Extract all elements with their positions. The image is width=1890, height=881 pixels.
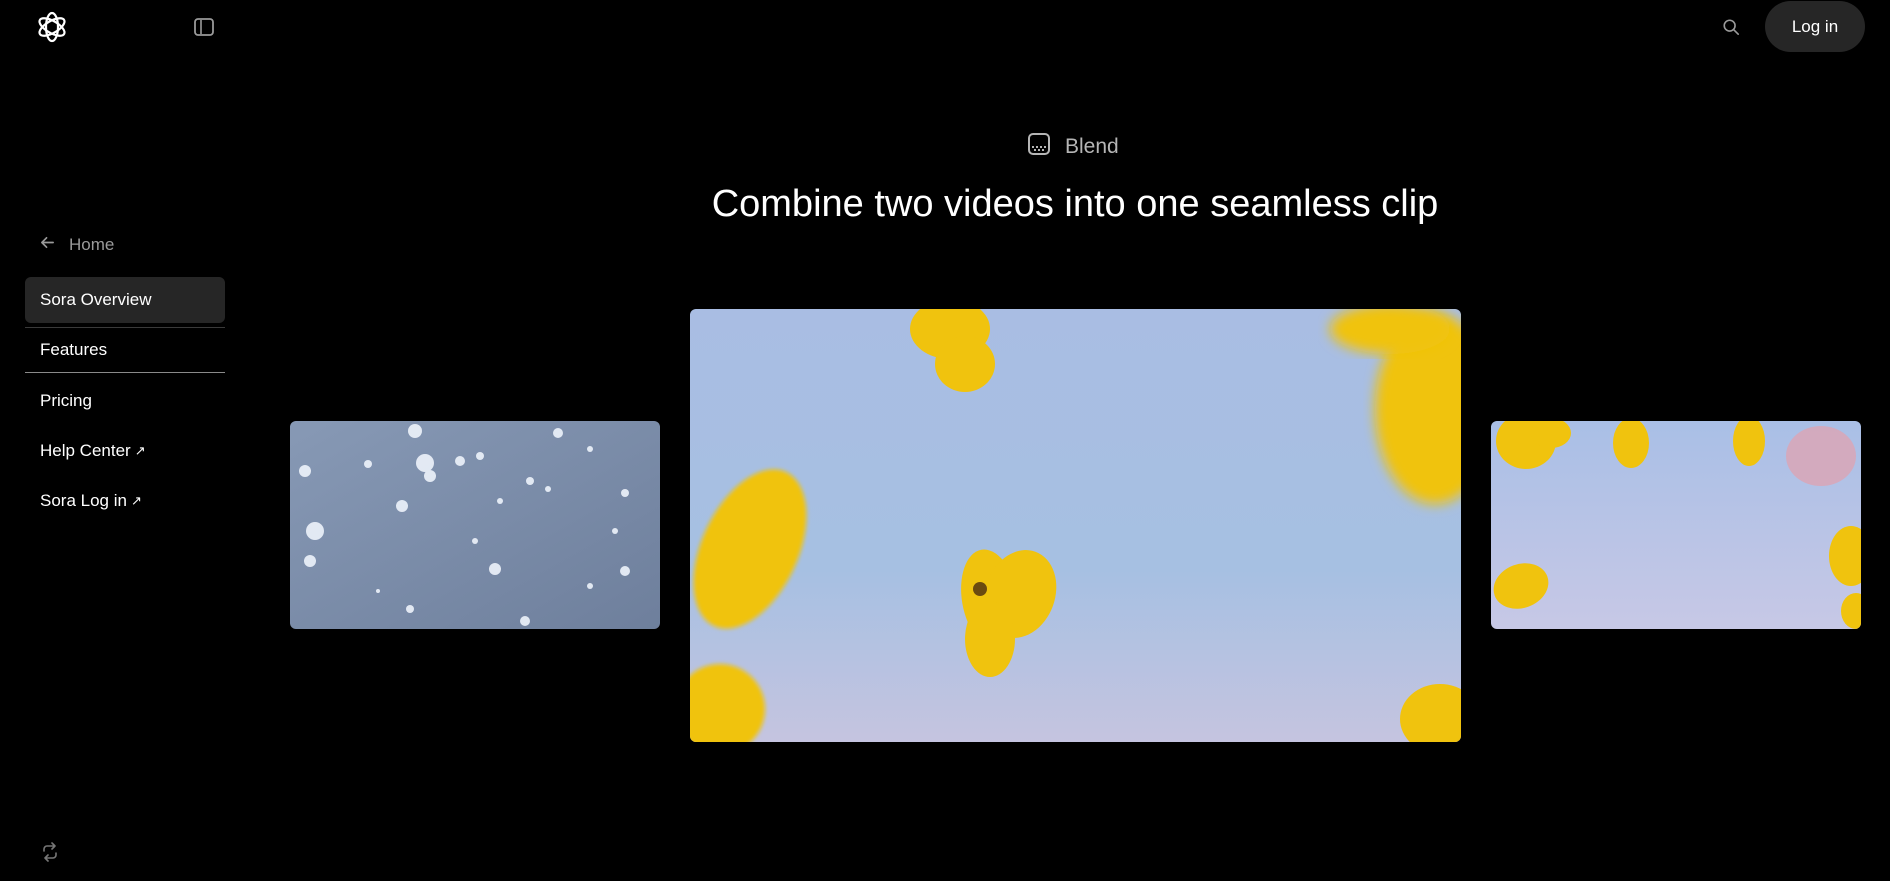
- sidebar-item-label: Help Center: [40, 441, 131, 460]
- sidebar-item-pricing[interactable]: Pricing: [25, 378, 225, 424]
- sidebar-toggle-icon[interactable]: [193, 17, 215, 37]
- blend-icon: [1027, 132, 1051, 162]
- yellow-petals-blend-video[interactable]: [690, 309, 1461, 742]
- sidebar-item-label: Sora Log in: [40, 491, 127, 510]
- sidebar-item-label: Pricing: [40, 391, 92, 410]
- arrow-left-icon: [40, 235, 55, 255]
- openai-logo-icon[interactable]: [34, 9, 70, 45]
- snowflakes-video[interactable]: [290, 421, 660, 629]
- yellow-flowers-video[interactable]: [1491, 421, 1861, 629]
- home-label: Home: [69, 235, 115, 254]
- sidebar-item-label: Sora Overview: [40, 290, 152, 309]
- sidebar-item-help-center[interactable]: Help Center ↗: [25, 428, 225, 474]
- page-title: Combine two videos into one seamless cli…: [711, 183, 1439, 225]
- sidebar-item-features[interactable]: Features: [25, 327, 225, 373]
- external-link-icon: ↗: [130, 493, 142, 508]
- external-link-icon: ↗: [134, 443, 146, 458]
- sidebar-item-label: Features: [40, 340, 108, 359]
- search-button[interactable]: [1718, 14, 1744, 40]
- search-icon: [1723, 19, 1740, 36]
- home-link[interactable]: Home: [40, 233, 114, 257]
- feature-badge: Blend: [1027, 132, 1119, 162]
- sidebar-item-sora-login[interactable]: Sora Log in ↗: [25, 478, 225, 524]
- refresh-icon[interactable]: [40, 842, 60, 862]
- badge-label: Blend: [1065, 135, 1119, 158]
- login-button[interactable]: Log in: [1765, 1, 1865, 52]
- sidebar-item-sora-overview[interactable]: Sora Overview: [25, 277, 225, 323]
